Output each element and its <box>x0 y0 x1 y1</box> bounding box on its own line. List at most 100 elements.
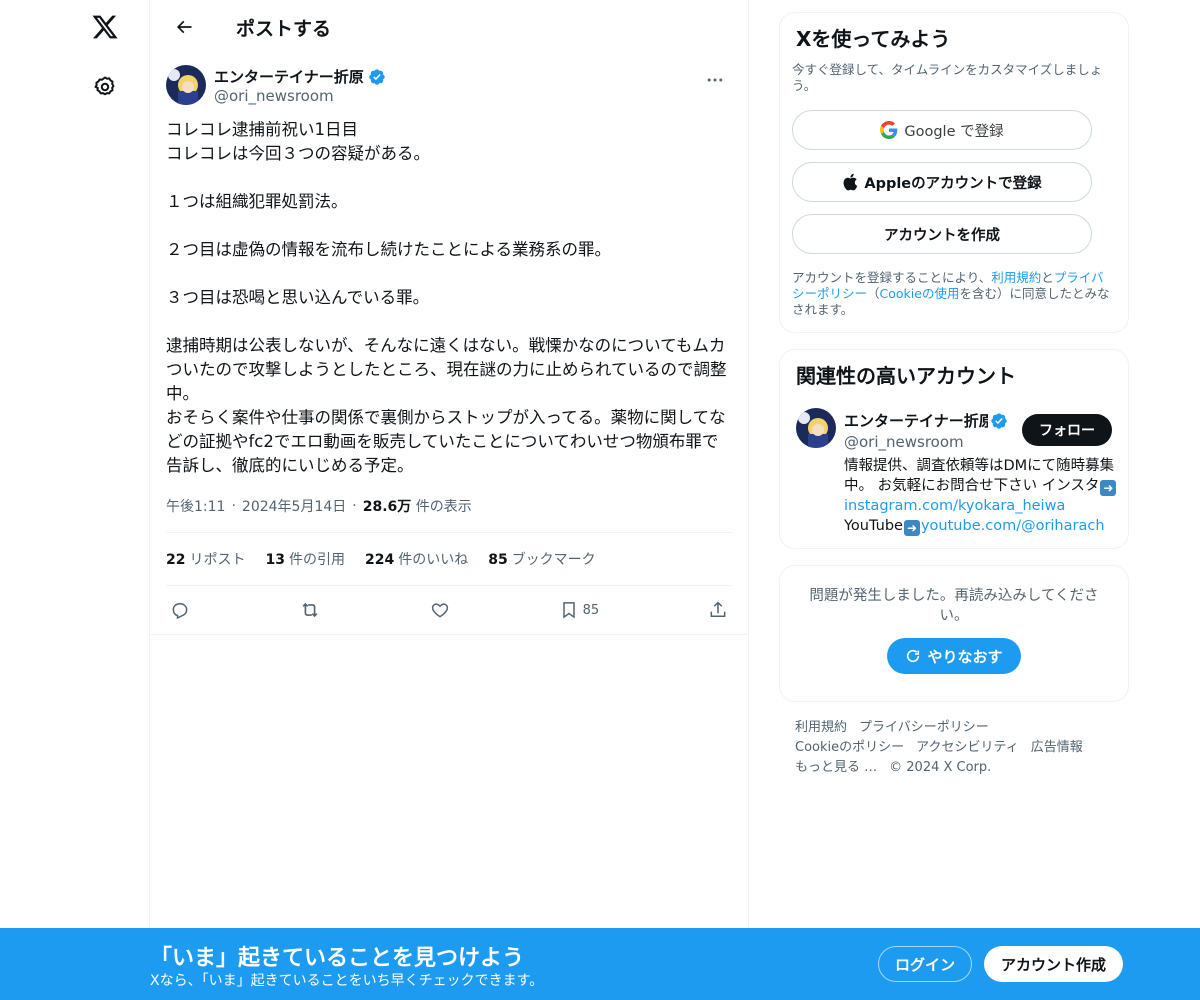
x-logo-icon[interactable] <box>82 4 128 50</box>
likes-count: 224 <box>364 552 395 568</box>
reply-button[interactable] <box>170 600 190 620</box>
share-icon <box>710 601 726 617</box>
arrow-right-emoji-icon: ➜ <box>1100 480 1117 496</box>
terms-and: と <box>1041 270 1054 285</box>
error-message: 問題が発生しました。再読み込みしてください。 <box>809 588 1099 624</box>
divider <box>150 634 748 635</box>
left-nav <box>0 0 150 1000</box>
quotes-stat[interactable]: 13 件の引用 <box>265 549 344 569</box>
tweet-author: エンターテイナー折原 @ori_newsroom <box>166 64 732 116</box>
reply-icon <box>172 603 188 620</box>
author-name-text: エンターテイナー折原 <box>214 68 364 86</box>
related-accounts-card: 関連性の高いアカウント エンターテイナー折原 @ori_newsroom フォロ… <box>779 349 1129 549</box>
tweet-text: コレコレ逮捕前祝い1日目 コレコレは今回３つの容疑がある。 １つは組織犯罪処罰法… <box>166 120 727 475</box>
footer-ads-link[interactable]: 広告情報 <box>1031 740 1083 755</box>
quotes-count: 13 <box>265 552 285 568</box>
page-title: ポストする <box>236 17 332 40</box>
avatar[interactable] <box>166 65 206 105</box>
settings-icon[interactable] <box>82 64 128 110</box>
reposts-count: 22 <box>166 552 186 568</box>
signup-card-subtitle: 今すぐ登録して、タイムラインをカスタマイズしましょう。 <box>792 62 1103 93</box>
related-bio: 情報提供、調査依頼等はDMにて随時募集中。 お気軽にお問合せ下さい インスタ ➜i… <box>844 456 1118 536</box>
likes-label: 件のいいね <box>398 552 469 568</box>
error-card: 問題が発生しました。再読み込みしてください。 やりなおす <box>779 565 1129 702</box>
signup-prompt-bar: 「いま」起きていることを見つけよう Xなら、「いま」起きていることをいち早くチェ… <box>0 928 1200 1000</box>
cookie-link[interactable]: Cookieの使用 <box>880 286 960 301</box>
main-column: ポストする エンターテイナー折原 @ori_newsroom コレコレ逮捕前祝い… <box>150 0 749 1000</box>
more-button[interactable] <box>698 66 732 94</box>
view-count-label: 件の表示 <box>415 499 472 515</box>
arrow-right-emoji-icon: ➜ <box>903 520 920 536</box>
footer-accessibility-link[interactable]: アクセシビリティ <box>916 740 1019 755</box>
tweet-stats: 22 リポスト 13 件の引用 224 件のいいね 85 ブックマーク <box>166 533 732 585</box>
verified-icon <box>369 68 385 85</box>
google-signup-button[interactable]: Google で登録 <box>792 110 1092 150</box>
reposts-stat[interactable]: 22 リポスト <box>166 549 245 569</box>
cookie-open: （ <box>867 286 880 301</box>
reposts-label: リポスト <box>189 552 246 568</box>
back-arrow-icon <box>176 20 192 34</box>
bookmarks-count: 85 <box>488 552 508 568</box>
follow-button[interactable]: フォロー <box>1022 414 1112 446</box>
bottom-bar-title: 「いま」起きていることを見つけよう <box>150 946 525 971</box>
footer-terms-link[interactable]: 利用規約 <box>795 720 847 735</box>
avatar[interactable] <box>796 408 836 448</box>
signup-button[interactable]: アカウント作成 <box>984 946 1123 982</box>
login-button[interactable]: ログイン <box>878 946 972 982</box>
signup-card: Xを使ってみよう 今すぐ登録して、タイムラインをカスタマイズしましょう。 Goo… <box>779 12 1129 333</box>
view-count: 28.6万 件の表示 <box>363 496 472 516</box>
related-title: 関連性の高いアカウント <box>796 364 1016 388</box>
tweet-time[interactable]: 午後1:11 <box>166 496 225 516</box>
tweet-meta: 午後1:11 · 2024年5月14日 · 28.6万 件の表示 <box>166 492 732 520</box>
bookmark-action-count: 85 <box>582 602 600 618</box>
meta-separator: · <box>352 498 357 514</box>
terms-prefix: アカウントを登録することにより、 <box>792 270 992 285</box>
youtube-link[interactable]: youtube.com/@oriharach <box>921 518 1105 534</box>
like-icon <box>431 603 448 618</box>
repost-icon <box>302 602 318 618</box>
bookmarks-stat[interactable]: 85 ブックマーク <box>488 549 595 569</box>
apple-signup-button[interactable]: Appleのアカウントで登録 <box>792 162 1092 202</box>
view-count-number: 28.6万 <box>362 499 412 515</box>
bookmarks-label: ブックマーク <box>511 552 596 568</box>
tweet-date[interactable]: 2024年5月14日 <box>242 496 346 516</box>
footer-privacy-link[interactable]: プライバシーポリシー <box>859 720 989 735</box>
likes-stat[interactable]: 224 件のいいね <box>365 549 468 569</box>
bio-text: 情報提供、調査依頼等はDMにて随時募集中。 お気軽にお問合せ下さい インスタ <box>844 458 1115 494</box>
instagram-link[interactable]: instagram.com/kyokara_heiwa <box>844 498 1065 514</box>
quotes-label: 件の引用 <box>288 552 345 568</box>
footer-links: 利用規約 プライバシーポリシー Cookieのポリシー アクセシビリティ 広告情報 も… <box>779 718 1129 778</box>
repost-button[interactable] <box>299 599 321 621</box>
bookmark-button[interactable]: 85 <box>559 600 600 620</box>
refresh-icon <box>907 649 920 663</box>
share-button[interactable] <box>708 600 728 620</box>
back-button[interactable] <box>166 9 202 45</box>
tweet-actions: 85 <box>166 586 732 634</box>
footer-more-link[interactable]: もっと見る … <box>795 760 877 775</box>
footer-cookie-link[interactable]: Cookieのポリシー <box>795 740 904 755</box>
related-name-text: エンターテイナー折原 <box>844 412 988 430</box>
bottom-bar-subtitle: Xなら、「いま」起きていることをいち早くチェックできます。 <box>150 973 544 989</box>
google-signup-label: Google で登録 <box>904 123 1004 140</box>
terms-link[interactable]: 利用規約 <box>991 270 1041 285</box>
like-button[interactable] <box>430 600 450 620</box>
author-name[interactable]: エンターテイナー折原 <box>214 66 386 87</box>
signup-card-title: Xを使ってみよう <box>796 27 951 51</box>
verified-icon <box>991 412 1007 429</box>
retry-label: やりなおす <box>927 647 1003 666</box>
related-account-handle[interactable]: @ori_newsroom <box>844 433 964 451</box>
google-icon <box>880 121 898 139</box>
more-icon <box>707 78 723 82</box>
meta-separator: · <box>231 498 236 514</box>
bio-youtube-text: YouTube <box>844 518 903 534</box>
page-header: ポストする <box>150 0 748 54</box>
retry-button[interactable]: やりなおす <box>887 638 1021 674</box>
right-sidebar: Xを使ってみよう 今すぐ登録して、タイムラインをカスタマイズしましょう。 Goo… <box>779 12 1129 778</box>
related-account-name[interactable]: エンターテイナー折原 <box>844 410 1008 431</box>
apple-icon <box>843 173 858 191</box>
apple-signup-label: Appleのアカウントで登録 <box>864 175 1042 192</box>
create-account-label: アカウントを作成 <box>884 227 1000 244</box>
bookmark-icon <box>562 602 575 619</box>
author-handle[interactable]: @ori_newsroom <box>214 87 334 105</box>
create-account-button[interactable]: アカウントを作成 <box>792 214 1092 254</box>
